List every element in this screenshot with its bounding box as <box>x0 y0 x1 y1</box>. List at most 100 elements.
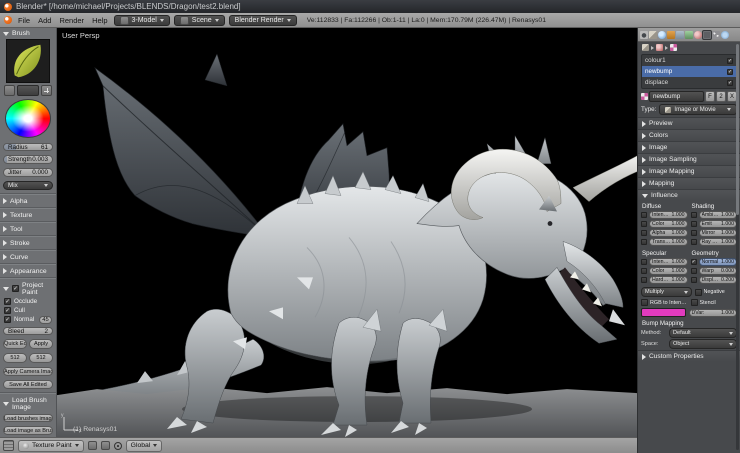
render-engine-dropdown[interactable]: Blender Render <box>228 14 297 26</box>
panel-header-image[interactable]: Image <box>638 141 740 153</box>
influence-slider[interactable]: Alpha 1.000 <box>649 229 688 237</box>
influence-slider[interactable]: Displace 0.200 <box>698 276 737 284</box>
panel-header-appearance[interactable]: Appearance <box>0 266 56 276</box>
properties-scrollbar[interactable] <box>736 44 739 450</box>
texture-blend-dropdown[interactable]: Multiply <box>641 287 692 297</box>
project-paint-checkbox[interactable]: ✓ <box>12 285 19 293</box>
brush-datablock-icon[interactable] <box>4 85 15 96</box>
negative-checkbox[interactable] <box>694 288 702 296</box>
tab-texture[interactable] <box>702 29 712 40</box>
influence-slider[interactable]: Hardness 1.000 <box>649 276 688 284</box>
tab-modifiers[interactable] <box>676 30 684 39</box>
tab-particles[interactable] <box>712 30 720 39</box>
apply-button[interactable]: Apply <box>29 339 53 350</box>
mapping-color-swatch[interactable] <box>641 308 686 317</box>
screen-layout-dropdown[interactable]: 3-Model <box>113 14 170 26</box>
normal-angle-field[interactable]: 45 <box>39 315 52 324</box>
influence-slider[interactable]: Warp 0.000 <box>698 267 737 275</box>
normal-checkbox[interactable]: ✓ <box>4 316 11 324</box>
scene-dropdown[interactable]: Scene <box>173 14 225 26</box>
tab-world[interactable] <box>658 30 666 39</box>
influence-slider[interactable]: Color 1.000 <box>649 220 688 228</box>
influence-slider[interactable]: Translucency 1.000 <box>649 238 688 246</box>
panel-header-custom-properties[interactable]: Custom Properties <box>638 350 740 362</box>
app-menu-icon[interactable] <box>4 16 12 24</box>
user-count-button[interactable]: 2 <box>716 91 726 102</box>
bump-method-dropdown[interactable]: Default <box>669 328 737 338</box>
proportional-edit-icon[interactable] <box>113 441 122 450</box>
panel-header-texture[interactable]: Texture <box>0 210 56 220</box>
occlude-option[interactable]: ✓ Occlude <box>0 297 56 306</box>
influence-slider[interactable]: Mirror 1.000 <box>698 229 737 237</box>
scrollbar-thumb[interactable] <box>736 44 739 215</box>
rgb-to-intensity-checkbox[interactable] <box>641 299 648 306</box>
resolution-y-field[interactable]: 512 <box>29 353 53 364</box>
menu-file[interactable]: File <box>16 16 32 25</box>
bleed-slider[interactable]: Bleed 2 <box>3 326 53 336</box>
dvar-slider[interactable]: DVar: 1.000 <box>688 308 737 317</box>
add-brush-button[interactable] <box>41 85 52 96</box>
negative-option[interactable]: Negative <box>694 288 738 296</box>
save-all-edited-button[interactable]: Save All Edited <box>3 380 53 389</box>
apply-camera-image-button[interactable]: Apply Camera Image <box>3 367 53 377</box>
bump-space-dropdown[interactable]: Object <box>669 339 737 349</box>
influence-slider[interactable]: Ray Mirror 1.000 <box>698 238 737 246</box>
viewport-canvas[interactable]: User Persp x y (1) Renasys01 <box>57 28 637 437</box>
resolution-x-field[interactable]: 512 <box>3 353 27 364</box>
panel-header-alpha[interactable]: Alpha <box>0 196 56 206</box>
panel-header-image-sampling[interactable]: Image Sampling <box>638 153 740 165</box>
influence-checkbox[interactable] <box>641 239 647 245</box>
editor-type-icon[interactable] <box>3 440 14 451</box>
load-brushes-image-button[interactable]: Load brushes image <box>3 413 53 423</box>
tab-object[interactable] <box>667 30 675 39</box>
influence-slider[interactable]: Intensity 1.000 <box>649 211 688 219</box>
texture-name-field[interactable]: newbump <box>649 91 704 102</box>
slot-enable-checkbox[interactable]: ✓ <box>727 57 733 64</box>
influence-checkbox[interactable]: ✓ <box>690 259 697 265</box>
project-paint-panel-header[interactable]: ✓ Project Paint <box>0 280 56 297</box>
texture-slot-row[interactable]: colour1 ✓ <box>642 55 736 66</box>
tab-physics[interactable] <box>721 30 729 39</box>
brush-panel-header[interactable]: Brush <box>0 28 56 38</box>
occlude-checkbox[interactable]: ✓ <box>4 297 11 305</box>
tab-render[interactable] <box>640 30 648 39</box>
panel-header-image-mapping[interactable]: Image Mapping <box>638 165 740 177</box>
influence-checkbox[interactable] <box>690 268 697 274</box>
quick-edit-button[interactable]: Quick Edit <box>3 339 27 350</box>
rgb-to-intensity-option[interactable]: RGB to Intensity <box>641 299 688 306</box>
panel-header-tool[interactable]: Tool <box>0 224 56 234</box>
color-wheel-picker[interactable] <box>5 99 51 138</box>
viewport-shading-icon[interactable] <box>87 441 97 450</box>
panel-header-curve[interactable]: Curve <box>0 252 56 262</box>
slot-enable-checkbox[interactable]: ✓ <box>727 79 733 86</box>
influence-slider[interactable]: Color 1.000 <box>649 267 688 275</box>
texture-browse-icon[interactable] <box>641 93 648 100</box>
cull-option[interactable]: ✓ Cull <box>0 306 56 315</box>
tab-object-data[interactable] <box>685 30 693 39</box>
radius-slider[interactable]: Radius 61 <box>3 142 53 152</box>
influence-checkbox[interactable] <box>690 230 697 236</box>
panel-header-mapping[interactable]: Mapping <box>638 177 740 189</box>
brush-name-field[interactable] <box>17 85 39 96</box>
load-brush-image-panel-header[interactable]: Load Brush Image <box>0 395 56 412</box>
influence-slider[interactable]: Emit 1.000 <box>698 220 737 228</box>
pivot-point-icon[interactable] <box>100 441 110 450</box>
slot-enable-checkbox[interactable]: ✓ <box>727 68 733 75</box>
panel-header-preview[interactable]: Preview <box>638 117 740 129</box>
stencil-checkbox[interactable] <box>690 299 698 306</box>
texture-type-dropdown[interactable]: Image or Movie <box>659 104 737 115</box>
orientation-dropdown[interactable]: Global <box>125 439 163 452</box>
influence-checkbox[interactable] <box>641 277 647 283</box>
influence-checkbox[interactable] <box>641 230 647 236</box>
tab-material[interactable] <box>694 30 702 39</box>
influence-checkbox[interactable] <box>641 212 647 218</box>
texture-slot-row[interactable]: displace ✓ <box>642 77 736 88</box>
influence-checkbox[interactable] <box>641 221 647 227</box>
menu-add[interactable]: Add <box>36 16 53 25</box>
influence-checkbox[interactable] <box>641 268 647 274</box>
tab-scene[interactable] <box>649 30 657 39</box>
fake-user-button[interactable]: F <box>705 91 715 102</box>
panel-header-colors[interactable]: Colors <box>638 129 740 141</box>
panel-header-influence[interactable]: Influence <box>638 189 740 201</box>
normal-option[interactable]: ✓ Normal 45 <box>0 315 56 325</box>
